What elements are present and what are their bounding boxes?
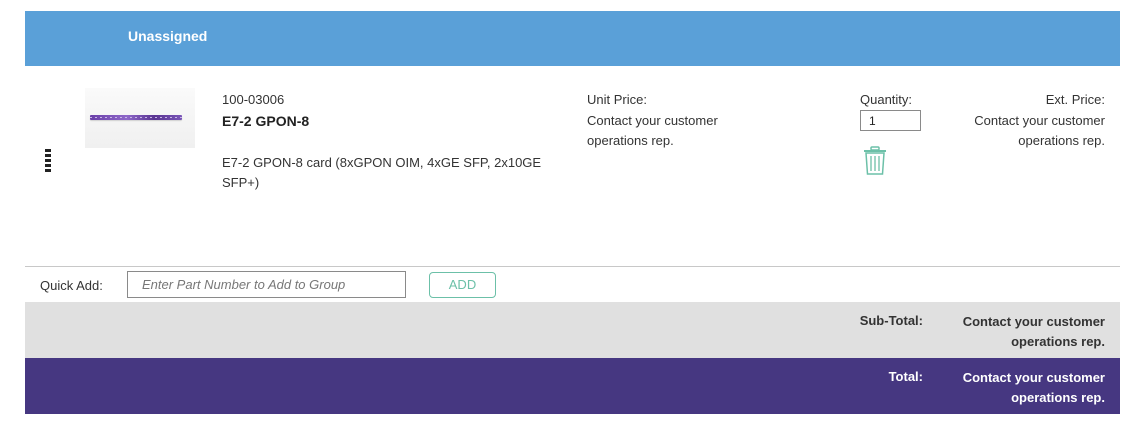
quick-add-row: Quick Add: ADD — [25, 267, 1120, 302]
unit-price-value: Contact your customer operations rep. — [587, 113, 718, 148]
add-button[interactable]: ADD — [429, 272, 496, 298]
subtotal-value: Contact your customer operations rep. — [962, 314, 1105, 349]
product-description: E7-2 GPON-8 card (8xGPON OIM, 4xGE SFP, … — [222, 155, 542, 190]
unit-price-label: Unit Price: — [587, 92, 647, 107]
total-bar: Total: Contact your customer operations … — [25, 358, 1120, 414]
trash-icon[interactable] — [863, 146, 887, 176]
ext-price-value: Contact your customer operations rep. — [974, 113, 1105, 148]
quick-add-label: Quick Add: — [40, 278, 103, 293]
cart-group: Unassigned 100-03006 E7-2 GPON-8 E7-2 GP… — [25, 11, 1120, 414]
product-card-graphic — [90, 115, 182, 120]
cart-line-item: 100-03006 E7-2 GPON-8 E7-2 GPON-8 card (… — [25, 66, 1120, 267]
subtotal-label: Sub-Total: — [859, 313, 923, 328]
ext-price-label: Ext. Price: — [1045, 92, 1105, 107]
product-image — [85, 88, 195, 148]
trash-icon-graphic — [864, 146, 886, 175]
quick-add-input[interactable] — [127, 271, 406, 298]
subtotal-bar: Sub-Total: Contact your customer operati… — [25, 302, 1120, 358]
part-number: 100-03006 — [222, 92, 285, 107]
total-value: Contact your customer operations rep. — [962, 370, 1105, 405]
product-name: E7-2 GPON-8 — [222, 113, 310, 129]
quantity-input[interactable] — [860, 110, 921, 131]
group-title: Unassigned — [128, 28, 208, 44]
drag-handle-icon[interactable] — [45, 149, 53, 177]
total-label: Total: — [888, 369, 923, 384]
quantity-label: Quantity: — [860, 92, 913, 107]
group-header: Unassigned — [25, 11, 1120, 66]
